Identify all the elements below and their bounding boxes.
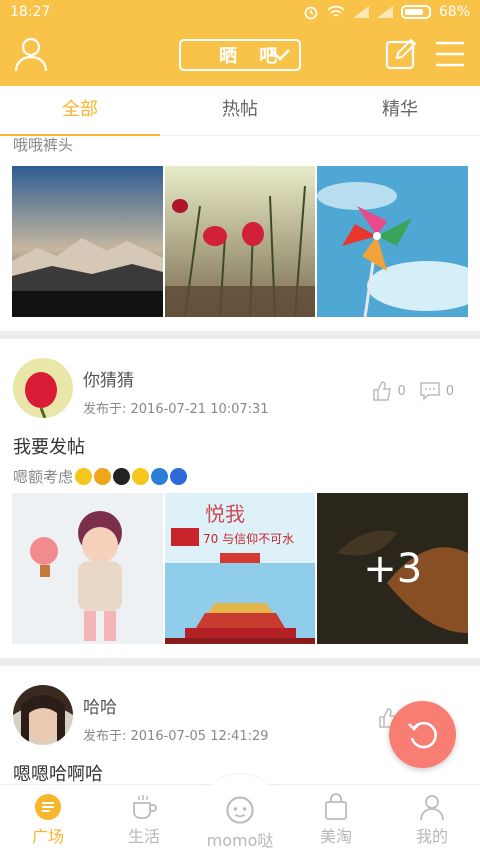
post-image-more[interactable]: +3: [317, 493, 469, 644]
status-bar: 18:27 68%: [0, 0, 480, 26]
like-count: 0: [397, 383, 406, 399]
emoji-icon: [170, 467, 188, 485]
like-icon[interactable]: [372, 381, 392, 401]
nav-label: 我的: [415, 827, 448, 846]
user-icon[interactable]: [14, 36, 48, 72]
post-image-grid: [0, 166, 480, 317]
svg-text:悦我: 悦我: [205, 502, 245, 526]
wifi-icon: [327, 5, 345, 17]
bottom-nav: 广场 生活 momo哒 美淘 我的: [0, 773, 480, 853]
nav-item-shop[interactable]: 美淘: [288, 793, 384, 847]
status-time: 18:27: [10, 4, 51, 20]
post-image[interactable]: [164, 166, 316, 317]
nav-label: 广场: [31, 827, 64, 846]
emoji-icon: [94, 467, 112, 485]
post-content: 嗯额考虑: [0, 465, 480, 487]
plaza-icon: [35, 794, 61, 820]
post-actions: 0 0: [372, 381, 454, 401]
post-image[interactable]: [12, 493, 163, 644]
post-image[interactable]: [317, 166, 469, 317]
post-card[interactable]: 你猜猜 发布于: 2016-07-21 10:07:31 0 0 我要发帖 嗯额…: [0, 339, 480, 644]
nav-label: 生活: [127, 827, 160, 846]
emoji-icon: [113, 467, 131, 485]
post-text: 嗯额考虑: [13, 467, 74, 486]
menu-icon[interactable]: [434, 40, 466, 68]
battery-percent: 68%: [438, 4, 470, 20]
post-image-grid: 悦我 70 与信仰不可水 +3: [0, 493, 480, 644]
post-timestamp: 发布于: 2016-07-05 12:41:29: [83, 729, 269, 744]
post-feed[interactable]: 哦哦裤头 你猜猜 发布于: 2016-07-21 10:07:31 0 0 我要…: [0, 136, 480, 784]
avatar[interactable]: [13, 685, 73, 745]
refresh-icon: [407, 721, 437, 748]
emoji-icon: [132, 467, 150, 485]
more-images-count: +3: [317, 493, 469, 644]
post-username[interactable]: 哈哈: [83, 693, 117, 718]
post-title[interactable]: 我要发帖: [0, 433, 480, 459]
app-bar: 晒 吧: [0, 26, 480, 86]
comment-icon[interactable]: [419, 381, 441, 401]
user-icon: [420, 795, 444, 821]
face-icon: [226, 796, 254, 824]
nav-item-life[interactable]: 生活: [96, 793, 192, 847]
post-card[interactable]: 哦哦裤头: [0, 136, 480, 317]
post-timestamp: 发布于: 2016-07-21 10:07:31: [83, 402, 269, 417]
alarm-icon: [304, 6, 318, 20]
post-content: 哦哦裤头: [13, 136, 74, 154]
svg-text:70 与信仰不可水: 70 与信仰不可水: [203, 531, 294, 546]
tab-all[interactable]: 全部: [0, 86, 160, 136]
shopping-bag-icon: [325, 793, 347, 820]
emoji-icon: [151, 467, 169, 485]
post-header: 你猜猜 发布于: 2016-07-21 10:07:31 0 0: [0, 339, 480, 419]
comment-count: 0: [445, 383, 454, 399]
avatar[interactable]: [13, 358, 73, 418]
status-icons: 68%: [303, 4, 470, 20]
battery-icon: [400, 5, 431, 19]
post-divider: [0, 331, 480, 339]
chevron-down-icon: [270, 49, 290, 61]
tab-bar: 全部 热帖 精华: [0, 86, 480, 136]
board-selector-dropdown[interactable]: 晒 吧: [179, 39, 301, 71]
post-image[interactable]: 悦我 70 与信仰不可水: [164, 493, 316, 644]
nav-item-plaza[interactable]: 广场: [0, 793, 96, 847]
nav-label: 美淘: [319, 827, 352, 846]
tab-featured[interactable]: 精华: [320, 86, 480, 135]
post-divider: [0, 658, 480, 666]
signal-icon: [352, 6, 369, 18]
coffee-cup-icon: [133, 795, 157, 819]
post-username[interactable]: 你猜猜: [83, 366, 134, 391]
post-image[interactable]: [12, 166, 163, 317]
emoji-icon: [75, 467, 93, 485]
nav-item-me[interactable]: 我的: [384, 793, 480, 847]
edit-post-icon[interactable]: [385, 38, 417, 70]
nav-item-momo[interactable]: momo哒: [192, 793, 288, 851]
nav-label: momo哒: [206, 831, 274, 850]
signal-icon-2: [376, 6, 393, 18]
tab-hot[interactable]: 热帖: [160, 86, 320, 135]
refresh-button[interactable]: [389, 701, 456, 768]
